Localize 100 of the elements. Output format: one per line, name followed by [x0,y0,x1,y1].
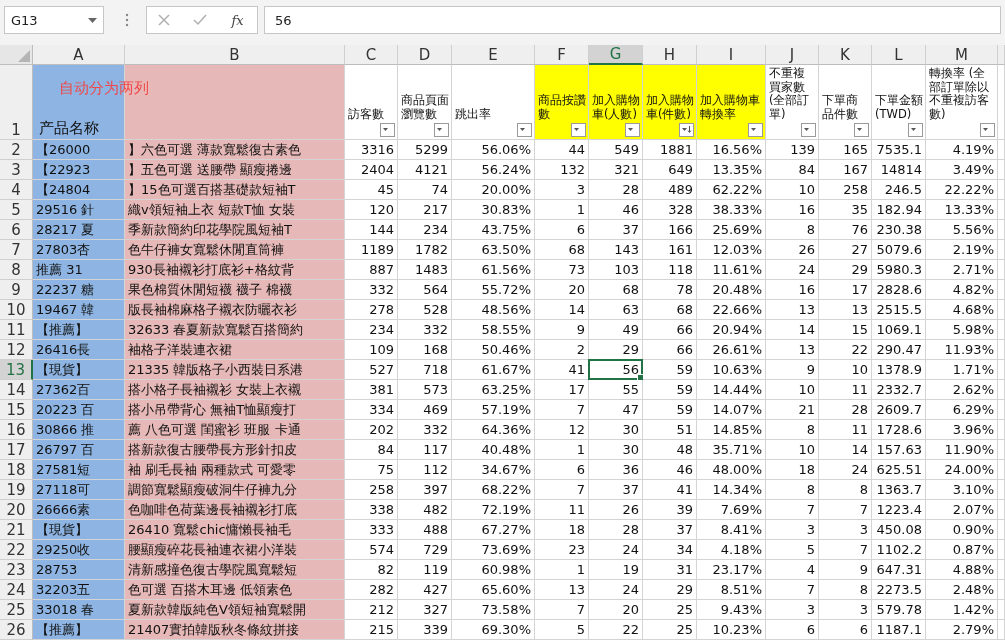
column-header[interactable]: F [535,45,589,65]
column-header[interactable]: G [589,45,643,65]
row-header[interactable]: 25 [0,600,33,620]
column-header[interactable]: I [697,45,766,65]
table-cell: 22237 糖 [33,280,125,300]
column-header[interactable]: D [398,45,452,65]
table-cell: 161 [643,240,697,260]
check-icon[interactable] [192,14,207,26]
table-cell: 果色棉質休閒短襪 襪子 棉襪 [125,280,345,300]
table-cell: 21335 韓版格子小西裝日系港 [125,360,345,380]
table-cell: 35 [819,200,872,220]
table-cell: 1483 [398,260,452,280]
column-header[interactable]: C [345,45,398,65]
table-cell: 24 [589,580,643,600]
row-header[interactable]: 9 [0,280,33,300]
column-header[interactable]: K [819,45,872,65]
header-text: 商品按讚數 [538,94,586,122]
table-cell: 26797 百 [33,440,125,460]
filter-button[interactable] [380,123,395,137]
table-cell: 6.29% [926,400,998,420]
name-box[interactable]: G13 [4,6,104,34]
table-cell: 1728.6 [872,420,926,440]
row-header[interactable]: 19 [0,480,33,500]
table-cell: 【24804 [33,180,125,200]
formula-field[interactable]: 56 [264,6,1001,34]
row-header[interactable]: 23 [0,560,33,580]
row-header[interactable]: 22 [0,540,33,560]
row-header[interactable]: 5 [0,200,33,220]
filter-button[interactable] [908,123,923,137]
table-cell: 13.35% [697,160,766,180]
table-cell: 20.48% [697,280,766,300]
row-header[interactable]: 2 [0,140,33,160]
table-cell: 23.17% [697,560,766,580]
row-header[interactable]: 13 [0,360,33,380]
table-cell: 332 [345,280,398,300]
column-header[interactable]: M [926,45,998,65]
row-header[interactable]: 10 [0,300,33,320]
table-cell: 10 [766,180,819,200]
row-header[interactable]: 4 [0,180,33,200]
row-header[interactable]: 26 [0,620,33,640]
table-cell: 25 [643,620,697,640]
table-cell: 61.56% [452,260,535,280]
table-cell: 2.79% [926,620,998,640]
table-cell: 34 [643,540,697,560]
header-text: 轉換率 (全部訂單除以不重複訪客數) [929,66,990,122]
filter-button[interactable] [517,123,532,137]
sort-filter-button[interactable] [679,123,694,137]
table-cell: 搭新款復古腰帶長方形針扣皮 [125,440,345,460]
table-cell: 9 [535,320,589,340]
table-cell: 20 [589,600,643,620]
row-header[interactable]: 18 [0,460,33,480]
table-cell: 搭小格子長袖襯衫 女裝上衣襯 [125,380,345,400]
filter-button[interactable] [434,123,449,137]
table-cell: 】五色可選 送腰帶 顯瘦捲邊 [125,160,345,180]
filter-button[interactable] [801,123,816,137]
row-header[interactable]: 7 [0,240,33,260]
table-cell: 212 [345,600,398,620]
insert-function-button[interactable]: fx [229,12,246,28]
table-cell: 11 [819,380,872,400]
row-header[interactable]: 12 [0,340,33,360]
table-cell: 527 [345,360,398,380]
filter-button[interactable] [748,123,763,137]
filter-button[interactable] [980,123,995,137]
row-header[interactable]: 6 [0,220,33,240]
row-header[interactable]: 11 [0,320,33,340]
table-cell: 26416長 [33,340,125,360]
filter-button[interactable] [625,123,640,137]
column-header[interactable]: L [872,45,926,65]
table-cell: 3316 [345,140,398,160]
table-cell: 3.10% [926,480,998,500]
row-header[interactable]: 20 [0,500,33,520]
table-cell: 17 [819,280,872,300]
row-header[interactable]: 3 [0,160,33,180]
table-cell: 328 [643,200,697,220]
column-header[interactable]: J [766,45,819,65]
header-text: 下單商品件數 [822,94,859,122]
table-cell: 色咖啡色荷葉邊長袖襯衫打底 [125,500,345,520]
filter-button[interactable] [571,123,586,137]
row-header[interactable]: 14 [0,380,33,400]
cancel-icon[interactable] [158,14,171,26]
row-header[interactable]: 17 [0,440,33,460]
table-cell: 1 [535,440,589,460]
selected-cell[interactable]: 56 [589,360,643,380]
column-header[interactable]: E [452,45,535,65]
drag-handle-icon[interactable] [124,12,130,28]
filter-button[interactable] [854,123,869,137]
table-cell: 24 [589,540,643,560]
row-header[interactable]: 15 [0,400,33,420]
column-header[interactable]: A [33,45,125,65]
row-header[interactable]: 24 [0,580,33,600]
row-header[interactable]: 8 [0,260,33,280]
table-cell: 73.69% [452,540,535,560]
row-header[interactable]: 1 [0,65,33,140]
table-cell: 43.75% [452,220,535,240]
row-header[interactable]: 21 [0,520,33,540]
row-header[interactable]: 16 [0,420,33,440]
table-cell: 234 [398,220,452,240]
column-header[interactable]: H [643,45,697,65]
table-cell: 5079.6 [872,240,926,260]
column-header[interactable]: B [125,45,345,65]
